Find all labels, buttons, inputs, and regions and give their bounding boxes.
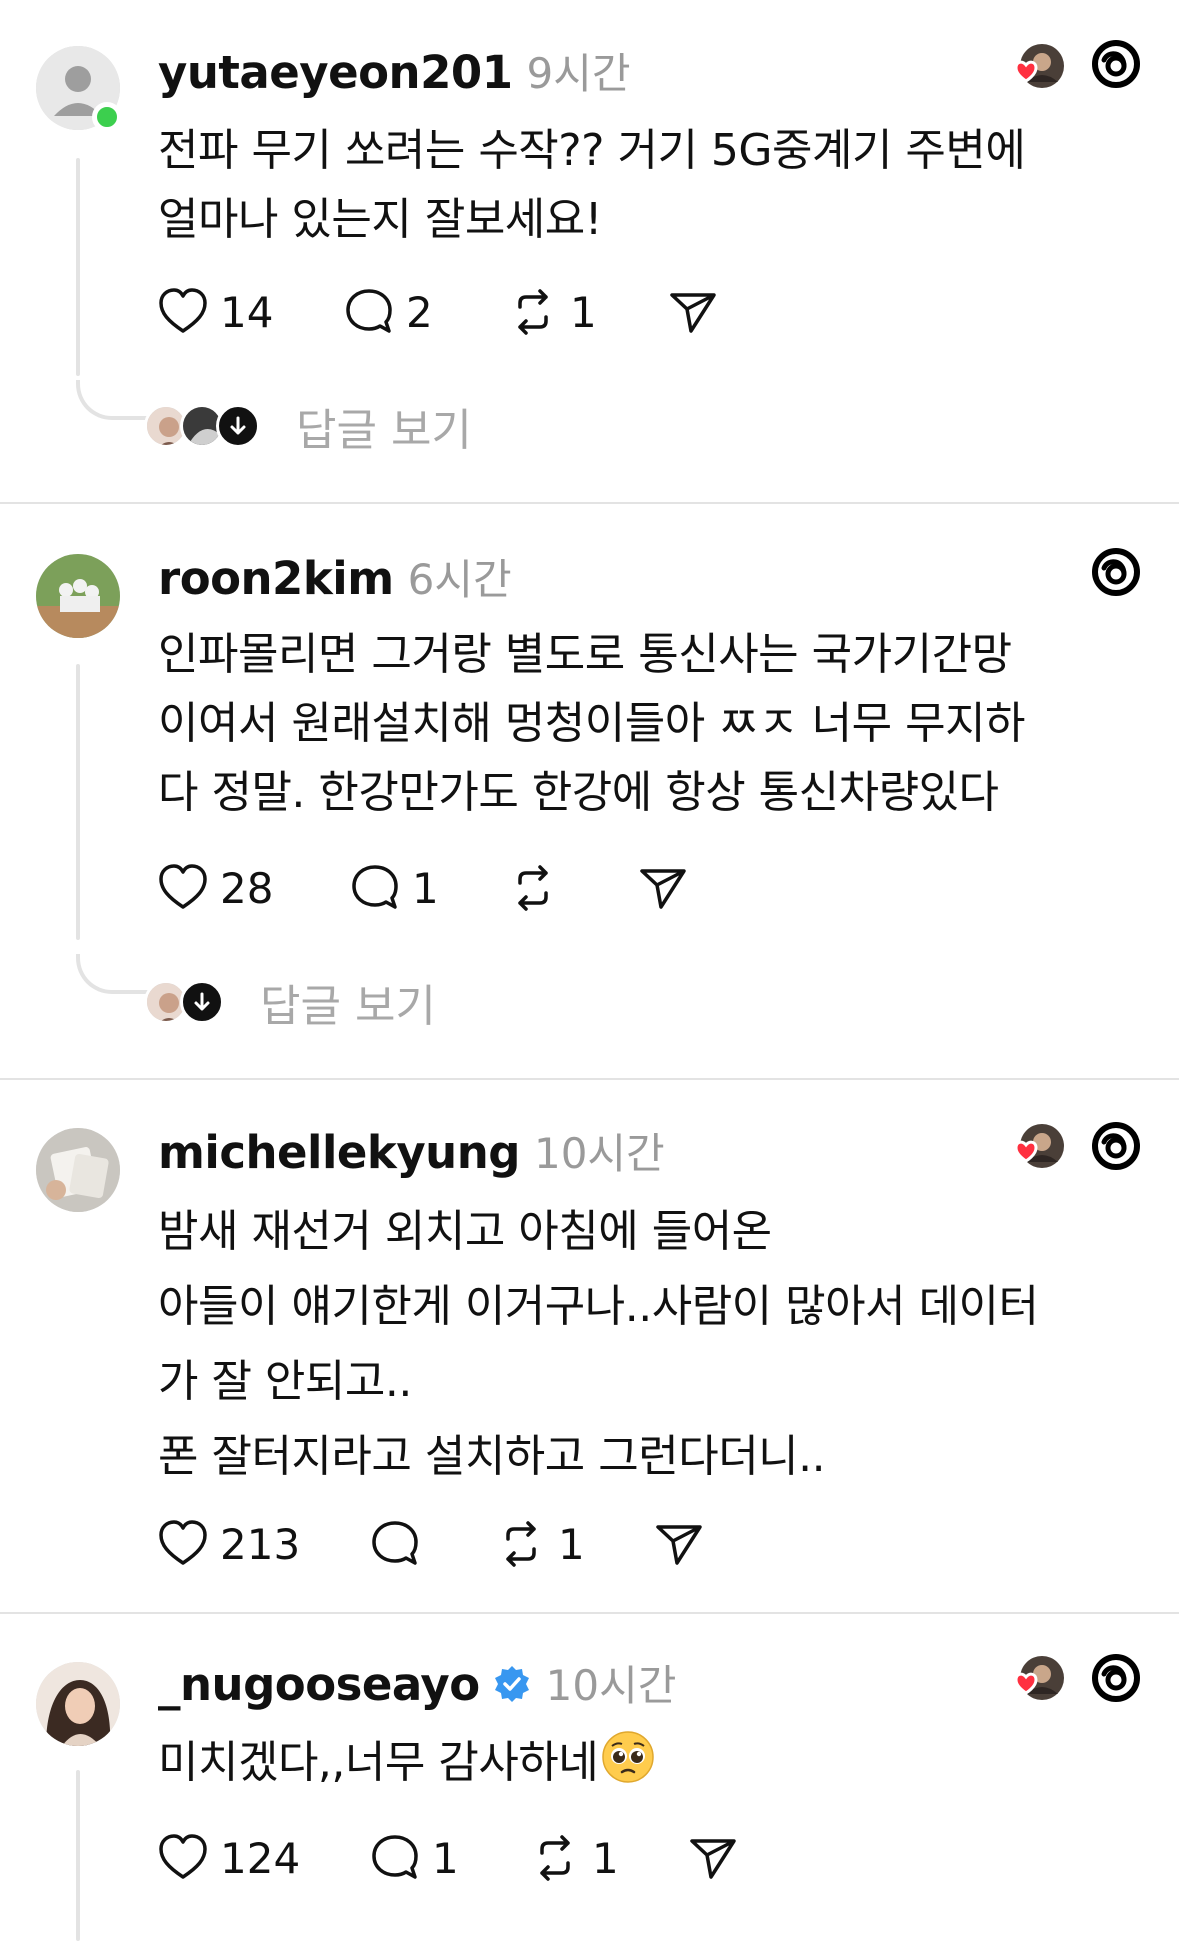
post-divider [0, 1612, 1179, 1614]
heart-icon [159, 864, 207, 909]
thread-line [76, 1770, 80, 1941]
send-icon [656, 1525, 702, 1565]
post-text: 밤새 재선거 외치고 아침에 들어온 아들이 얘기한게 이거구나..사람이 많아… [158, 1194, 1118, 1494]
repost-count: 1 [558, 1519, 585, 1569]
comment-bubble-icon [352, 865, 398, 909]
post-text: 인파몰리면 그거랑 별도로 통신사는 국가기간망 이여서 원래설치해 멍청이들아… [158, 620, 1118, 827]
arrow-down-icon [230, 416, 246, 435]
repost-button[interactable]: 1 [528, 1828, 619, 1888]
thread-line-curve [76, 380, 148, 420]
heart-icon [159, 1520, 207, 1565]
liked-by-avatar [1000, 1654, 1080, 1710]
post-text-line: 아들이 얘기한게 이거구나..사람이 많아서 데이터 [158, 1281, 1039, 1332]
post-time: 10시간 [533, 1129, 665, 1178]
comment-count: 1 [412, 863, 439, 913]
comment-button[interactable]: 1 [368, 1828, 459, 1888]
post-time: 10시간 [545, 1661, 677, 1710]
post-text: 전파 무기 쏘려는 수작?? 거기 5G중계기 주변에 얼마나 있는지 잘보세요… [158, 116, 1118, 254]
repost-button[interactable] [506, 858, 570, 918]
thread-line [76, 158, 80, 376]
post-text-line: 가 잘 안되고.. [158, 1356, 412, 1407]
liked-by-avatar [1000, 1122, 1080, 1178]
post-header: michellekyung 10시간 [158, 1120, 665, 1181]
post-time: 6시간 [407, 555, 512, 604]
username[interactable]: michellekyung [158, 1126, 520, 1179]
repost-icon [540, 1835, 570, 1881]
reply-more-avatar [216, 404, 260, 448]
like-button[interactable]: 124 [156, 1828, 300, 1888]
post-divider [0, 1078, 1179, 1080]
repost-button[interactable]: 1 [494, 1514, 585, 1574]
threads-logo-icon[interactable] [1090, 546, 1142, 598]
liked-by-avatar [1000, 42, 1080, 98]
comment-bubble-icon [346, 289, 392, 333]
comment-count: 1 [432, 1833, 459, 1883]
like-button[interactable]: 213 [156, 1514, 300, 1574]
repost-icon [506, 1521, 536, 1567]
comment-button[interactable]: 1 [348, 858, 439, 918]
view-replies-label: 답글 보기 [260, 981, 436, 1032]
post-text-line: 전파 무기 쏘려는 수작?? 거기 5G중계기 주변에 [158, 125, 1026, 176]
comment-count: 2 [406, 287, 433, 337]
post-divider [0, 502, 1179, 504]
comment-button[interactable]: 2 [342, 282, 433, 342]
share-button[interactable] [686, 1828, 740, 1888]
verified-badge-icon [494, 1666, 529, 1702]
avatar[interactable] [36, 1128, 120, 1212]
thread-line-curve [76, 954, 148, 994]
post-text-line: 이여서 원래설치해 멍청이들아 ㅉㅈ 너무 무지하 [158, 698, 1026, 749]
threads-logo-icon[interactable] [1090, 38, 1142, 90]
avatar[interactable] [36, 554, 120, 638]
post-time: 9시간 [526, 49, 631, 98]
post-text-line: 다 정말. 한강만가도 한강에 항상 통신차량있다 [158, 767, 999, 818]
arrow-down-icon [194, 992, 210, 1011]
view-replies[interactable]: 답글 보기 [144, 394, 472, 458]
like-button[interactable]: 28 [156, 858, 273, 918]
username[interactable]: yutaeyeon201 [158, 46, 513, 99]
comment-bubble-icon [372, 1835, 418, 1879]
repost-button[interactable]: 1 [506, 282, 597, 342]
heart-icon [159, 288, 207, 333]
post-header: roon2kim 6시간 [158, 546, 512, 607]
repost-count: 1 [570, 287, 597, 337]
share-button[interactable] [652, 1514, 706, 1574]
username[interactable]: roon2kim [158, 552, 394, 605]
heart-icon [159, 1834, 207, 1879]
view-replies[interactable]: 답글 보기 [144, 970, 436, 1034]
send-icon [640, 869, 686, 909]
thread-line [76, 664, 80, 940]
like-count: 124 [220, 1833, 301, 1883]
post-text-line: 미치겠다,,너무 감사하네 [158, 1737, 599, 1788]
like-count: 28 [220, 863, 274, 913]
reply-more-avatar [180, 980, 224, 1024]
comment-bubble-icon [372, 1521, 418, 1565]
like-button[interactable]: 14 [156, 282, 273, 342]
avatar[interactable] [36, 1662, 120, 1746]
post-text-line: 얼마나 있는지 잘보세요! [158, 194, 602, 245]
repost-icon [518, 865, 548, 911]
threads-logo-icon[interactable] [1090, 1652, 1142, 1704]
username[interactable]: _nugooseayo [158, 1658, 480, 1711]
send-icon [670, 293, 716, 333]
repost-count: 1 [592, 1833, 619, 1883]
view-replies-label: 답글 보기 [296, 405, 472, 456]
like-count: 213 [220, 1519, 301, 1569]
comment-button[interactable] [368, 1514, 432, 1574]
share-button[interactable] [636, 858, 690, 918]
online-status-dot [92, 102, 122, 132]
post-text-line: 밤새 재선거 외치고 아침에 들어온 [158, 1206, 772, 1257]
threads-logo-icon[interactable] [1090, 1120, 1142, 1172]
send-icon [690, 1839, 736, 1879]
like-count: 14 [220, 287, 274, 337]
post-text: 미치겠다,,너무 감사하네 [158, 1728, 1118, 1797]
post-text-line: 폰 잘터지라고 설치하고 그런다더니.. [158, 1431, 826, 1482]
post-header: _nugooseayo 10시간 [158, 1652, 676, 1713]
share-button[interactable] [666, 282, 720, 342]
post-header: yutaeyeon201 9시간 [158, 40, 631, 101]
pleading-face-emoji-icon [602, 1731, 655, 1783]
repost-icon [518, 289, 548, 335]
post-text-line: 인파몰리면 그거랑 별도로 통신사는 국가기간망 [158, 629, 1012, 680]
